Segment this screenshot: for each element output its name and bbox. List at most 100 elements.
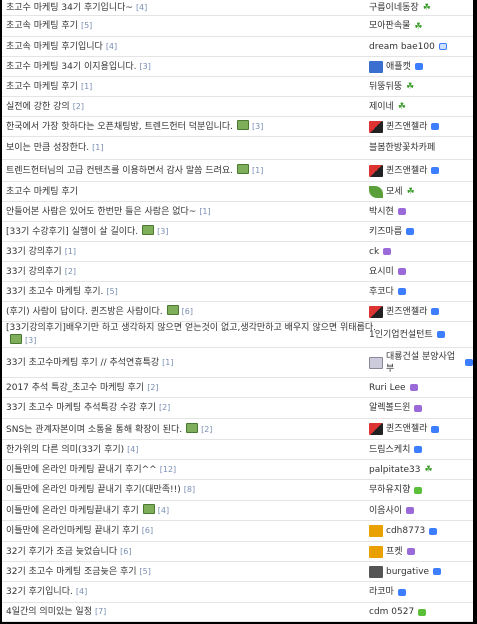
- post-title-link[interactable]: 33기 초고수마케팅 후기 // 추석연휴특강: [6, 358, 159, 368]
- author-nickname[interactable]: 박시현: [369, 206, 394, 218]
- author-nickname[interactable]: 모아판속물: [369, 20, 410, 32]
- post-title-link[interactable]: [33기강의후기]배우기만 하고 생각하지 않으면 얻는것이 없고,생각만하고 …: [6, 322, 376, 334]
- author-nickname[interactable]: 드림스케치: [369, 444, 410, 456]
- post-title-link[interactable]: 안들어본 사람은 있어도 한번만 들은 사람은 없다~: [6, 207, 196, 217]
- comment-count[interactable]: [1]: [162, 358, 173, 367]
- author-nickname[interactable]: cdm 0527: [369, 606, 414, 618]
- author-nickname[interactable]: 구름이네동장: [369, 2, 419, 14]
- post-title-cell: 실전에 강한 강의 [2]: [6, 97, 381, 116]
- comment-count[interactable]: [4]: [76, 587, 87, 596]
- author-nickname[interactable]: burgative: [386, 566, 429, 578]
- post-title-link[interactable]: 초고속 마케팅 후기: [6, 21, 78, 31]
- post-author-cell: 퀸즈앤젤라: [369, 419, 473, 439]
- post-title-link[interactable]: 보이는 만큼 성장한다.: [6, 143, 89, 153]
- comment-count[interactable]: [3]: [25, 336, 36, 345]
- comment-count[interactable]: [1]: [65, 247, 76, 256]
- post-author-cell: Ruri Lee: [369, 378, 473, 397]
- post-title-link[interactable]: 초고수 마케팅 후기: [6, 187, 78, 197]
- author-nickname[interactable]: 뒤뚱뒤뚱: [369, 81, 402, 93]
- author-nickname[interactable]: 블봄한방꽃차카페: [369, 142, 435, 154]
- author-nickname[interactable]: 후코다: [369, 286, 394, 298]
- post-title-link[interactable]: 4일간의 의미있는 일정: [6, 607, 92, 617]
- comment-count[interactable]: [2]: [201, 425, 212, 434]
- comment-count[interactable]: [3]: [140, 62, 151, 71]
- comment-count[interactable]: [7]: [95, 607, 106, 616]
- post-title-link[interactable]: SNS는 관계자본이며 소통을 통해 확장이 된다.: [6, 425, 182, 435]
- author-nickname[interactable]: 모세: [386, 186, 403, 198]
- comment-count[interactable]: [12]: [160, 465, 176, 474]
- comment-count[interactable]: [5]: [106, 287, 117, 296]
- level-blue-icon: [436, 331, 445, 338]
- post-title-link[interactable]: 이틀만에 온라인 마케팅 끝내기 후기(대만족!!): [6, 485, 181, 495]
- author-nickname[interactable]: 퀸즈앤젤라: [386, 165, 427, 177]
- post-title-link[interactable]: 이틀만에 온라인 마케팅 끝내기 후기^^: [6, 465, 157, 475]
- author-nickname[interactable]: 무하유지향: [369, 484, 410, 496]
- post-title-link[interactable]: 33기 초고수 마케팅 추석특강 수강 후기: [6, 403, 156, 413]
- post-title-link[interactable]: 초고속 마케팅 후기입니다: [6, 42, 103, 52]
- table-row: 초고수 마케팅 34기 이지용입니다. [3] 애플캣: [2, 57, 473, 77]
- comment-count[interactable]: [2]: [147, 383, 158, 392]
- table-row: [33기 수강후기] 실행이 살 길이다. [3] 키즈마름: [2, 222, 473, 242]
- comment-count[interactable]: [5]: [81, 21, 92, 30]
- comment-count[interactable]: [5]: [140, 567, 151, 576]
- author-nickname[interactable]: 프켓: [386, 546, 403, 558]
- level-blue-icon: [406, 228, 415, 235]
- author-nickname[interactable]: 대룡건설 분양사업부: [386, 351, 461, 375]
- post-title-link[interactable]: 실전에 강한 강의: [6, 102, 70, 112]
- author-nickname[interactable]: Ruri Lee: [369, 382, 406, 394]
- post-title-link[interactable]: 33기 강의후기: [6, 247, 62, 257]
- comment-count[interactable]: [4]: [158, 506, 169, 515]
- author-nickname[interactable]: cdh8773: [386, 525, 425, 537]
- author-nickname[interactable]: 라코마: [369, 586, 394, 598]
- post-title-link[interactable]: 2017 추석 특강_초고수 마케팅 후기: [6, 383, 144, 393]
- comment-count[interactable]: [1]: [81, 82, 92, 91]
- comment-count[interactable]: [4]: [106, 42, 117, 51]
- comment-count[interactable]: [2]: [65, 267, 76, 276]
- author-nickname[interactable]: dream bae100: [369, 41, 435, 53]
- post-title-wrap: 32기 후기가 조금 늦었습니다 [6]: [6, 546, 131, 558]
- comment-count[interactable]: [3]: [157, 227, 168, 236]
- comment-count[interactable]: [3]: [252, 122, 263, 131]
- post-title-link[interactable]: 32기 초고수 마케팅 조금늦은 후기: [6, 567, 137, 577]
- post-title-link[interactable]: 초고수 마케팅 34기 후기입니다~: [6, 3, 133, 13]
- comment-count[interactable]: [1]: [252, 166, 263, 175]
- post-title-cell: 안들어본 사람은 있어도 한번만 들은 사람은 없다~ [1]: [6, 202, 381, 221]
- post-title-link[interactable]: 32기 후기입니다.: [6, 587, 73, 597]
- post-title-link[interactable]: 이틀만에 온라인마케팅 끝내기 후기: [6, 526, 139, 536]
- author-nickname[interactable]: 제이네: [369, 101, 394, 113]
- comment-count[interactable]: [2]: [73, 102, 84, 111]
- comment-count[interactable]: [6]: [182, 307, 193, 316]
- post-title-link[interactable]: 초고수 마케팅 후기: [6, 82, 78, 92]
- comment-count[interactable]: [1]: [92, 143, 103, 152]
- author-nickname[interactable]: 이음사이: [369, 505, 402, 517]
- author-nickname[interactable]: 퀸즈앤젤라: [386, 423, 427, 435]
- post-title-link[interactable]: 초고수 마케팅 34기 이지용입니다.: [6, 62, 137, 72]
- post-title-link[interactable]: [33기 수강후기] 실행이 살 길이다.: [6, 227, 138, 237]
- comment-count[interactable]: [2]: [159, 403, 170, 412]
- post-author-cell: burgative: [369, 562, 473, 581]
- comment-count[interactable]: [6]: [142, 526, 153, 535]
- comment-count[interactable]: [4]: [136, 3, 147, 12]
- post-title-link[interactable]: 한국에서 가장 핫하다는 오픈채팅방, 트렌드헌터 덕분입니다.: [6, 122, 233, 132]
- author-nickname[interactable]: 요시미: [369, 266, 394, 278]
- author-nickname[interactable]: ck: [369, 246, 379, 258]
- post-title-link[interactable]: 32기 후기가 조금 늦었습니다: [6, 547, 117, 557]
- comment-count[interactable]: [1]: [199, 207, 210, 216]
- author-nickname[interactable]: 알렉볼드윈: [369, 402, 410, 414]
- author-nickname[interactable]: 퀸즈앤젤라: [386, 306, 427, 318]
- comment-count[interactable]: [4]: [127, 445, 138, 454]
- post-title-link[interactable]: 33기 강의후기: [6, 267, 62, 277]
- author-nickname[interactable]: palpitate33: [369, 464, 421, 476]
- post-title-link[interactable]: 트렌드헌터님의 고급 컨텐츠를 이용하면서 감사 말씀 드려요.: [6, 166, 233, 176]
- comment-count[interactable]: [8]: [184, 485, 195, 494]
- author-nickname[interactable]: 애플캣: [386, 61, 411, 73]
- post-title-link[interactable]: 한가위의 다른 의미(33기 후기): [6, 445, 124, 455]
- table-row: SNS는 관계자본이며 소통을 통해 확장이 된다. [2] 퀸즈앤젤라: [2, 419, 473, 440]
- post-title-link[interactable]: (후기) 사람이 답이다. 퀸즈방은 사람이다.: [6, 307, 163, 317]
- post-title-link[interactable]: 33기 초고수 마케팅 후기.: [6, 287, 103, 297]
- post-title-link[interactable]: 이틀만에 온라인 마케팅끝내기 후기: [6, 506, 139, 516]
- author-nickname[interactable]: 키즈마름: [369, 226, 402, 238]
- author-nickname[interactable]: 퀸즈앤젤라: [386, 121, 427, 133]
- comment-count[interactable]: [6]: [120, 547, 131, 556]
- author-nickname[interactable]: 1인기업컨설턴트: [369, 329, 433, 341]
